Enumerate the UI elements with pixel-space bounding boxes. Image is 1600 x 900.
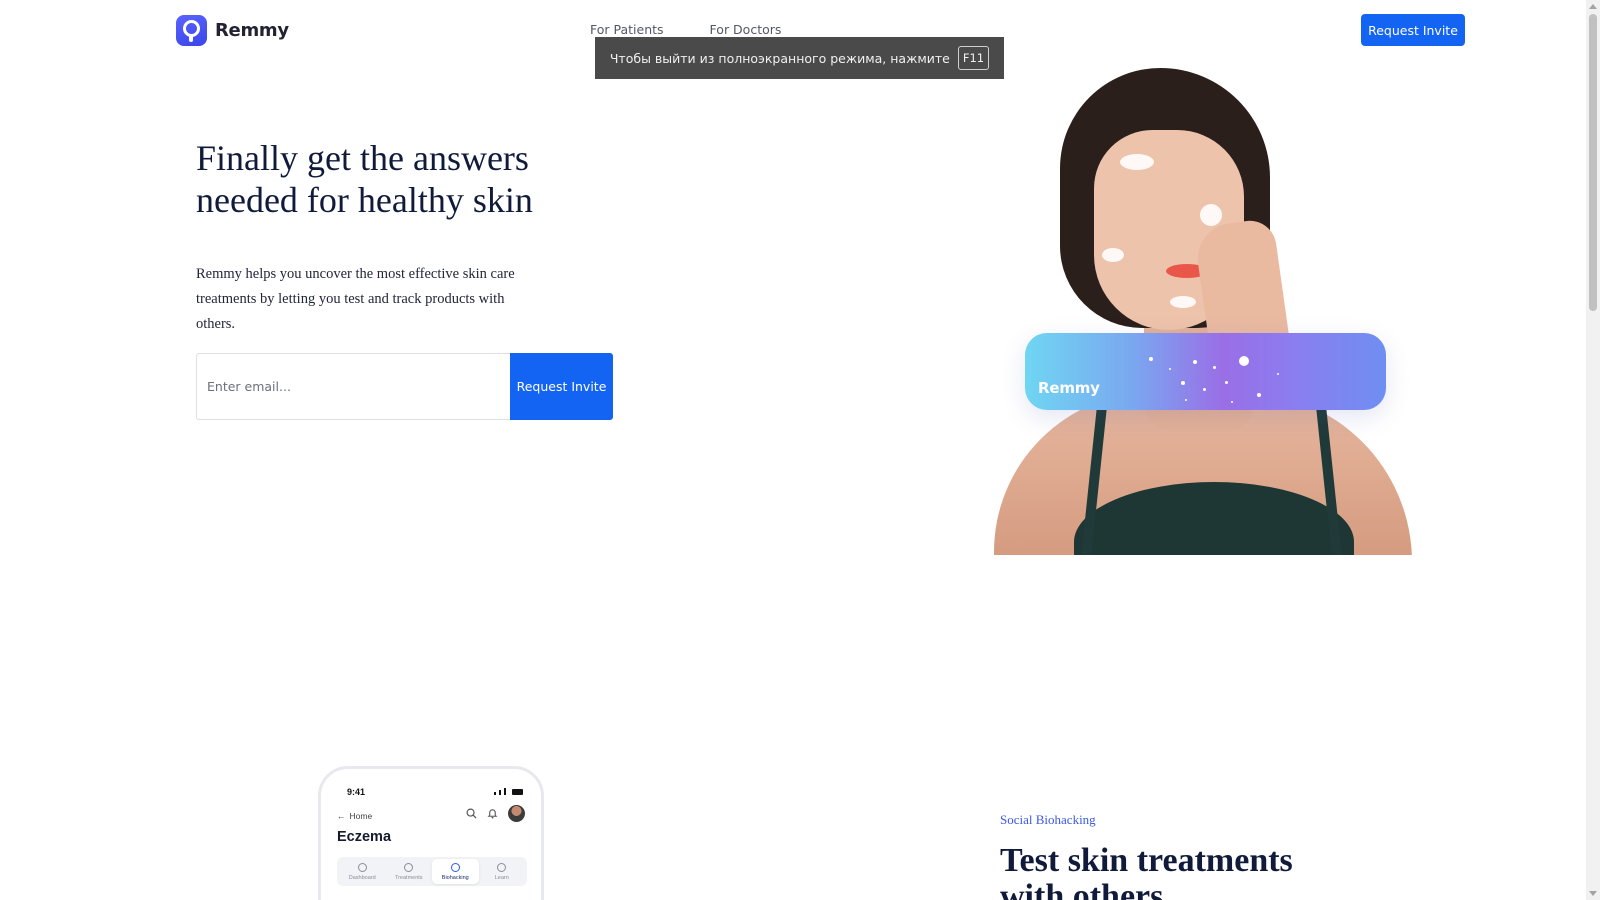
bell-icon[interactable] xyxy=(487,808,498,819)
nav-for-patients[interactable]: For Patients xyxy=(590,22,664,37)
header-request-invite-button[interactable]: Request Invite xyxy=(1361,14,1465,46)
phone-back-link[interactable]: ← Home xyxy=(337,811,372,821)
hero-title: Finally get the answers needed for healt… xyxy=(196,138,533,220)
toast-message: Чтобы выйти из полноэкранного режима, на… xyxy=(609,50,950,66)
remmy-card: Remmy xyxy=(1025,333,1386,410)
hero-description: Remmy helps you uncover the most effecti… xyxy=(196,266,515,332)
email-input[interactable] xyxy=(196,353,510,420)
book-icon xyxy=(497,862,507,872)
phone-tabs: Dashboard Treatments Biohacking Learn xyxy=(337,857,527,886)
phone-tab-dashboard[interactable]: Dashboard xyxy=(339,859,386,884)
pill-icon xyxy=(404,862,414,872)
signup-form: Request Invite xyxy=(196,353,613,420)
search-icon[interactable] xyxy=(466,808,477,819)
battery-icon xyxy=(512,789,523,795)
scroll-down-arrow-icon[interactable] xyxy=(1589,891,1597,896)
toast-key: F11 xyxy=(957,46,990,70)
phone-status-icons xyxy=(494,788,523,795)
phone-page-title: Eczema xyxy=(337,829,392,845)
fullscreen-exit-toast: Чтобы выйти из полноэкранного режима, на… xyxy=(595,37,1004,79)
avatar[interactable] xyxy=(508,805,525,822)
hero-request-invite-button[interactable]: Request Invite xyxy=(510,353,613,420)
main-nav: For Patients For Doctors xyxy=(590,22,781,37)
page-scrollbar[interactable] xyxy=(1586,0,1600,900)
phone-tab-biohacking[interactable]: Biohacking xyxy=(432,859,479,884)
signal-icon xyxy=(494,792,496,795)
section-title: Test skin treatments with others xyxy=(1000,842,1293,900)
brand-logo[interactable]: Remmy xyxy=(176,15,289,46)
phone-mockup: 9:41 ← Home Eczema Dashboard Treatments … xyxy=(318,766,544,900)
card-brand-label: Remmy xyxy=(1038,379,1100,397)
brand-name: Remmy xyxy=(215,20,289,41)
dashboard-icon xyxy=(357,862,367,872)
scrollbar-thumb[interactable] xyxy=(1589,14,1597,311)
phone-tab-treatments[interactable]: Treatments xyxy=(386,859,433,884)
arrow-left-icon: ← xyxy=(337,811,346,821)
hero-photo xyxy=(994,62,1412,555)
nav-for-doctors[interactable]: For Doctors xyxy=(710,22,782,37)
phone-time: 9:41 xyxy=(347,787,366,797)
remmy-logo-icon xyxy=(176,15,207,46)
flask-icon xyxy=(450,862,460,872)
phone-tab-learn[interactable]: Learn xyxy=(479,859,526,884)
section-eyebrow: Social Biohacking xyxy=(1000,812,1096,827)
scroll-up-arrow-icon[interactable] xyxy=(1589,4,1597,9)
